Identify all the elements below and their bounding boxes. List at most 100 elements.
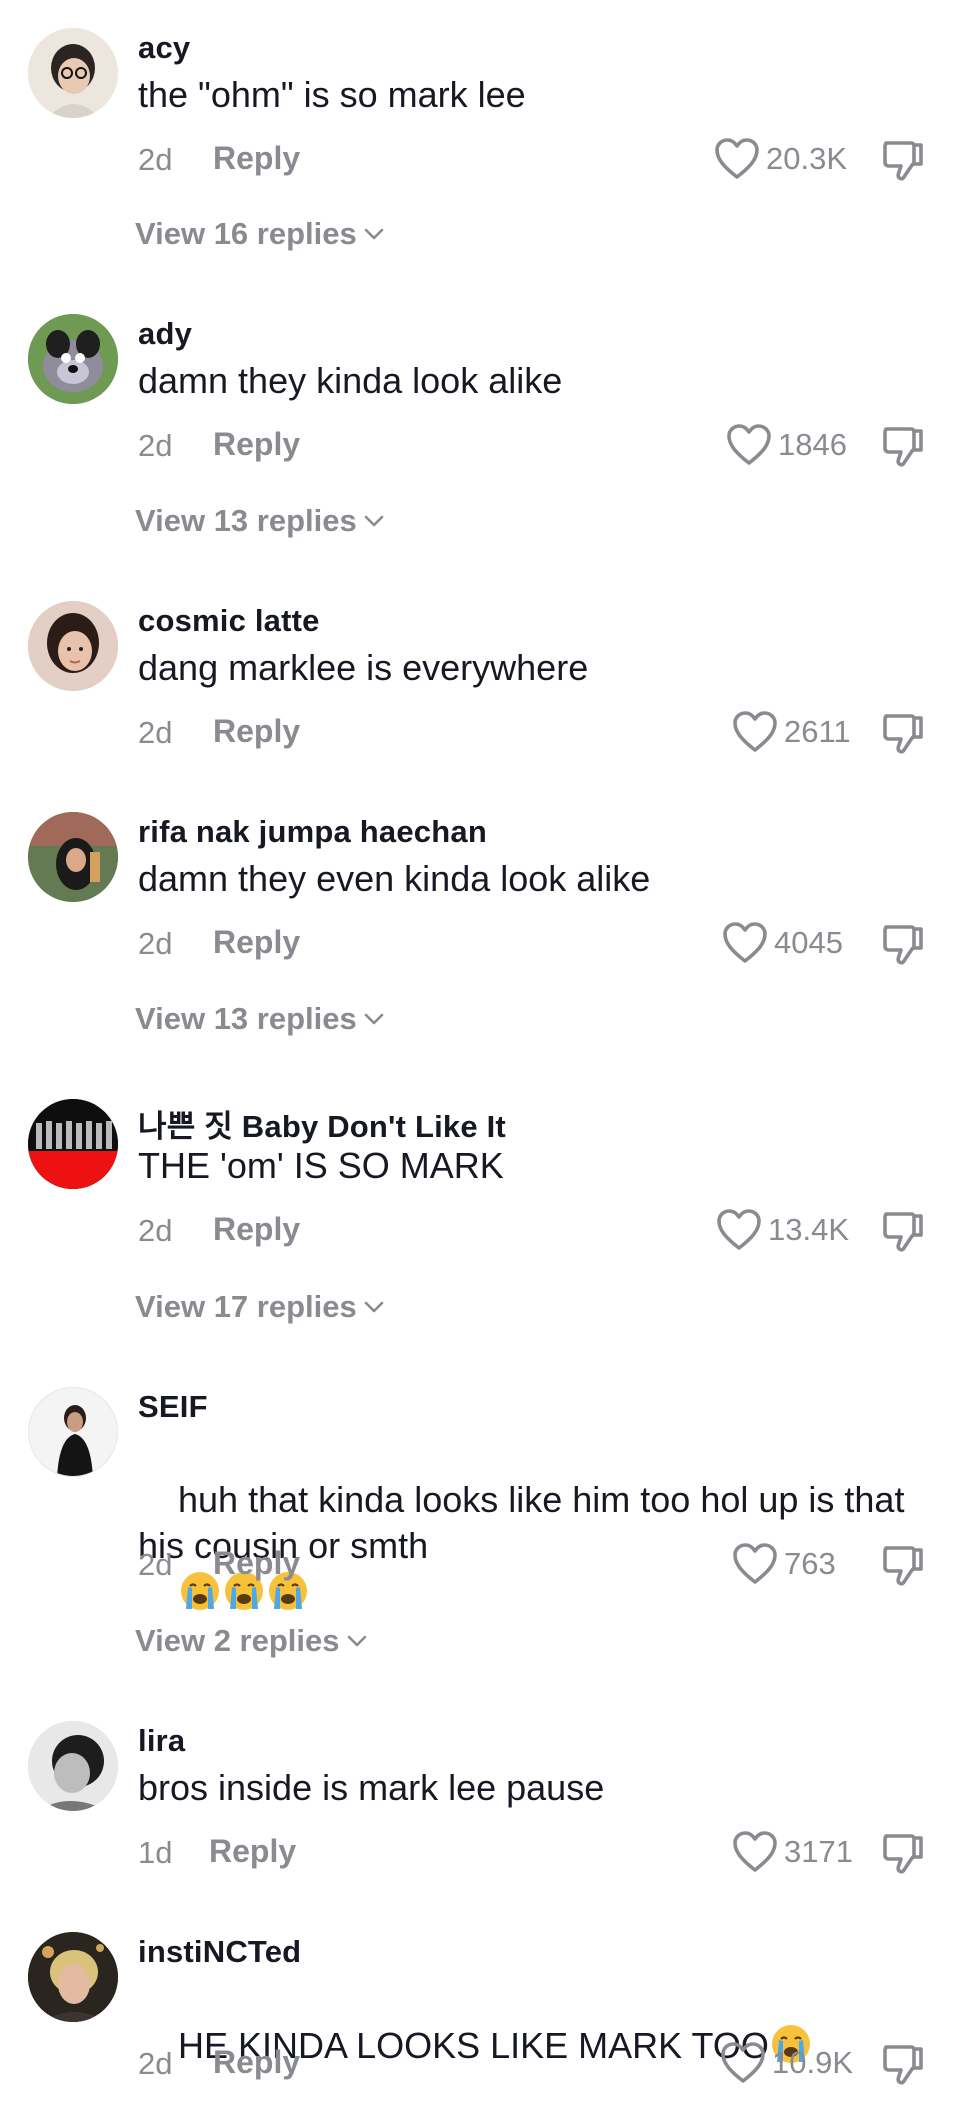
comment-username[interactable]: lira	[138, 1723, 185, 1759]
like-button[interactable]: 13.4K	[716, 1208, 849, 1252]
comment-time: 2d	[138, 1547, 173, 1582]
dislike-button[interactable]	[880, 2041, 926, 2092]
view-replies-button[interactable]: View 13 replies	[135, 503, 385, 539]
avatar[interactable]	[28, 1099, 118, 1189]
reply-button[interactable]: Reply	[213, 1545, 300, 1582]
comment-text: dang marklee is everywhere	[138, 647, 589, 688]
comment-time: 2d	[138, 142, 173, 177]
avatar[interactable]	[28, 812, 118, 902]
chevron-down-icon	[363, 1012, 385, 1026]
comment-username[interactable]: rifa nak jumpa haechan	[138, 814, 487, 850]
heart-icon	[722, 921, 768, 965]
like-button[interactable]: 20.3K	[714, 137, 847, 181]
view-replies-label: View 13 replies	[135, 503, 357, 538]
view-replies-label: View 2 replies	[135, 1623, 340, 1658]
view-replies-label: View 17 replies	[135, 1289, 357, 1324]
like-button[interactable]: 763	[732, 1542, 836, 1586]
comment-time: 2d	[138, 715, 173, 750]
comment-username[interactable]: instiNCTed	[138, 1934, 301, 1970]
heart-icon	[732, 710, 778, 754]
comment-text: THE 'om' IS SO MARK	[138, 1145, 504, 1186]
comment-time: 1d	[138, 1835, 173, 1870]
dislike-button[interactable]	[880, 137, 926, 188]
dislike-button[interactable]	[880, 1542, 926, 1593]
like-count: 1846	[778, 427, 847, 462]
dislike-button[interactable]	[880, 423, 926, 474]
reply-button[interactable]: Reply	[213, 924, 300, 961]
avatar[interactable]	[28, 601, 118, 691]
view-replies-button[interactable]: View 13 replies	[135, 1001, 385, 1037]
comment-username[interactable]: 나쁜 짓 Baby Don't Like It	[138, 1101, 506, 1146]
reply-button[interactable]: Reply	[213, 713, 300, 750]
like-button[interactable]: 4045	[722, 921, 843, 965]
view-replies-button[interactable]: View 17 replies	[135, 1289, 385, 1325]
comment-username[interactable]: acy	[138, 30, 190, 66]
chevron-down-icon	[363, 227, 385, 241]
like-count: 4045	[774, 925, 843, 960]
avatar[interactable]	[28, 314, 118, 404]
avatar[interactable]	[28, 1721, 118, 1811]
thumbs-down-icon	[880, 2041, 926, 2087]
like-button[interactable]: 3171	[732, 1830, 853, 1874]
avatar[interactable]	[28, 1932, 118, 2022]
thumbs-down-icon	[880, 1830, 926, 1876]
avatar-person-bw-icon	[28, 1721, 118, 1811]
heart-icon	[732, 1830, 778, 1874]
dislike-button[interactable]	[880, 1830, 926, 1881]
thumbs-down-icon	[880, 921, 926, 967]
avatar[interactable]	[28, 28, 118, 118]
view-replies-label: View 16 replies	[135, 216, 357, 251]
comment-time: 2d	[138, 1213, 173, 1248]
avatar[interactable]	[28, 1387, 118, 1477]
chevron-down-icon	[363, 514, 385, 528]
view-replies-button[interactable]: View 16 replies	[135, 216, 385, 252]
comment-text: damn they kinda look alike	[138, 360, 563, 401]
comment-time: 2d	[138, 2046, 173, 2081]
like-button[interactable]: 2611	[732, 710, 851, 754]
comment-text: bros inside is mark lee pause	[138, 1767, 605, 1808]
comment-text: the "ohm" is so mark lee	[138, 74, 526, 115]
heart-icon	[720, 2041, 766, 2085]
comment-time: 2d	[138, 428, 173, 463]
thumbs-down-icon	[880, 1208, 926, 1254]
avatar-cartoon-dog-icon	[28, 314, 118, 404]
reply-button[interactable]: Reply	[213, 140, 300, 177]
like-count: 3171	[784, 1834, 853, 1869]
thumbs-down-icon	[880, 1542, 926, 1588]
chevron-down-icon	[346, 1634, 368, 1648]
like-count: 13.4K	[768, 1212, 850, 1247]
reply-button[interactable]: Reply	[213, 1211, 300, 1248]
thumbs-down-icon	[880, 137, 926, 183]
heart-icon	[726, 423, 772, 467]
reply-button[interactable]: Reply	[213, 2044, 300, 2081]
avatar-person-hijab-icon	[28, 812, 118, 902]
dislike-button[interactable]	[880, 1208, 926, 1259]
dislike-button[interactable]	[880, 921, 926, 972]
comment-username[interactable]: SEIF	[138, 1389, 208, 1425]
comment-username[interactable]: cosmic latte	[138, 603, 320, 639]
chevron-down-icon	[363, 1300, 385, 1314]
comment-username[interactable]: ady	[138, 316, 192, 352]
avatar-person-blond-icon	[28, 1932, 118, 2022]
like-count: 10.9K	[772, 2045, 854, 2080]
reply-button[interactable]: Reply	[209, 1833, 296, 1870]
thumbs-down-icon	[880, 710, 926, 756]
like-button[interactable]: 1846	[726, 423, 847, 467]
thumbs-down-icon	[880, 423, 926, 469]
like-button[interactable]: 10.9K	[720, 2041, 853, 2085]
avatar-person-dark-icon	[29, 1388, 117, 1476]
like-count: 2611	[784, 714, 851, 749]
like-count: 763	[784, 1546, 836, 1581]
avatar-person-glasses-icon	[28, 28, 118, 118]
like-count: 20.3K	[766, 141, 848, 176]
view-replies-button[interactable]: View 2 replies	[135, 1623, 368, 1659]
avatar-person-icon	[28, 601, 118, 691]
heart-icon	[714, 137, 760, 181]
avatar-group-red-icon	[28, 1099, 118, 1189]
comment-time: 2d	[138, 926, 173, 961]
heart-icon	[732, 1542, 778, 1586]
dislike-button[interactable]	[880, 710, 926, 761]
reply-button[interactable]: Reply	[213, 426, 300, 463]
heart-icon	[716, 1208, 762, 1252]
comment-text: damn they even kinda look alike	[138, 858, 651, 899]
